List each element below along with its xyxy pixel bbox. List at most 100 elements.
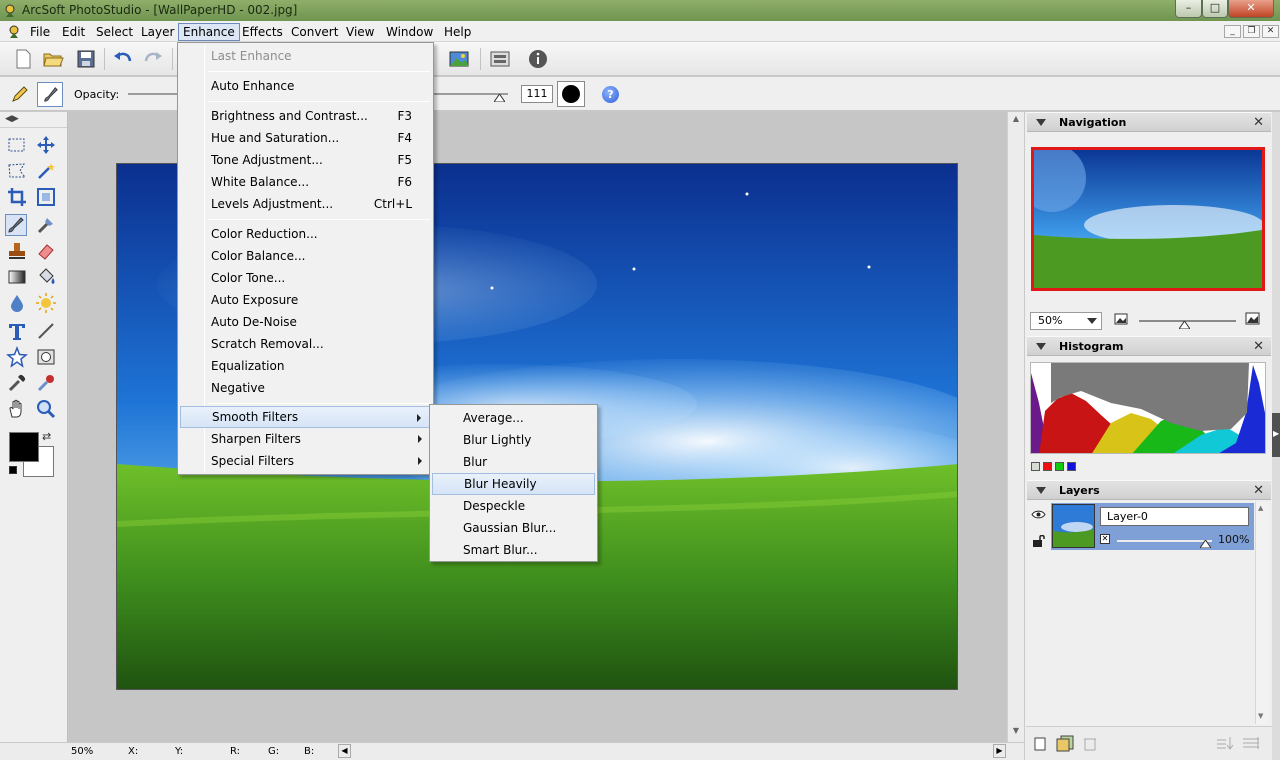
text-icon[interactable] [6, 320, 28, 342]
menu-auto-enhance[interactable]: Auto Enhance [180, 75, 431, 97]
menu-brightness-contrast[interactable]: Brightness and Contrast... F3 [180, 105, 431, 127]
menu-edit[interactable]: Edit [58, 23, 89, 41]
merge-down-icon[interactable] [1216, 736, 1234, 750]
brush-size-field[interactable]: 111 [521, 85, 553, 103]
close-navigation-icon[interactable]: ✕ [1253, 113, 1264, 132]
new-file-icon[interactable] [11, 47, 35, 71]
doc-minimize-button[interactable]: _ [1224, 25, 1241, 38]
layers-scrollbar[interactable]: ▲ ▼ [1255, 502, 1269, 724]
menu-average[interactable]: Average... [432, 407, 595, 429]
zoom-out-icon[interactable] [1114, 313, 1128, 325]
maximize-button[interactable]: □ [1202, 0, 1228, 18]
menu-levels-adjustment[interactable]: Levels Adjustment... Ctrl+L [180, 193, 431, 215]
menu-effects[interactable]: Effects [238, 23, 287, 41]
new-layer-icon[interactable] [1034, 737, 1046, 751]
foreground-color-swatch[interactable] [9, 432, 39, 462]
zoom-in-icon[interactable] [1245, 312, 1260, 325]
channel-rgb-button[interactable] [1031, 462, 1040, 471]
shape-star-icon[interactable] [6, 346, 28, 368]
close-layers-icon[interactable]: ✕ [1253, 481, 1264, 500]
app-icon[interactable] [3, 3, 18, 18]
menu-select[interactable]: Select [92, 23, 137, 41]
photo-icon[interactable] [447, 47, 471, 71]
doc-close-button[interactable]: ✕ [1262, 25, 1279, 38]
move-icon[interactable] [35, 134, 57, 156]
menu-convert[interactable]: Convert [287, 23, 342, 41]
document-icon[interactable] [7, 24, 22, 39]
save-icon[interactable] [74, 47, 98, 71]
zoom-icon[interactable] [35, 398, 57, 420]
menu-color-tone[interactable]: Color Tone... [180, 267, 431, 289]
zoom-select[interactable]: 50% [1030, 312, 1102, 330]
scroll-up-icon[interactable]: ▲ [1010, 114, 1022, 126]
menu-blur-heavily[interactable]: Blur Heavily [432, 473, 595, 495]
close-button[interactable]: ✕ [1228, 0, 1274, 18]
red-eye-icon[interactable] [35, 372, 57, 394]
canvas-vertical-scrollbar[interactable]: ▲ ▼ [1007, 112, 1024, 742]
menu-color-reduction[interactable]: Color Reduction... [180, 223, 431, 245]
menu-auto-denoise[interactable]: Auto De-Noise [180, 311, 431, 333]
delete-layer-icon[interactable] [1083, 736, 1097, 751]
help-icon[interactable]: ? [602, 86, 619, 103]
blur-drop-icon[interactable] [6, 292, 28, 314]
menu-white-balance[interactable]: White Balance... F6 [180, 171, 431, 193]
close-histogram-icon[interactable]: ✕ [1253, 337, 1264, 356]
menu-tone-adjustment[interactable]: Tone Adjustment... F5 [180, 149, 431, 171]
zoom-slider-thumb[interactable] [1179, 321, 1190, 329]
info-icon[interactable] [526, 47, 550, 71]
menu-sharpen-filters[interactable]: Sharpen Filters [180, 428, 431, 450]
brush-shape-swatch[interactable] [557, 81, 585, 107]
layer-thumbnail[interactable] [1052, 504, 1095, 548]
lock-icon[interactable] [1032, 535, 1046, 547]
slider-thumb-icon[interactable] [494, 94, 505, 102]
collapse-icon[interactable] [1036, 119, 1046, 126]
menu-enhance[interactable]: Enhance [178, 23, 240, 41]
menu-file[interactable]: File [26, 23, 54, 41]
eye-icon[interactable] [1031, 510, 1046, 519]
hand-icon[interactable] [6, 398, 28, 420]
menu-auto-exposure[interactable]: Auto Exposure [180, 289, 431, 311]
paint-bucket-icon[interactable] [35, 266, 57, 288]
doc-restore-button[interactable]: ❐ [1243, 25, 1260, 38]
eraser-icon[interactable] [35, 240, 57, 262]
crop-icon[interactable] [6, 186, 28, 208]
menu-blur[interactable]: Blur [432, 451, 595, 473]
clone-stamp-icon[interactable] [6, 240, 28, 262]
magic-wand-icon[interactable] [35, 160, 57, 182]
navigation-panel-header[interactable]: Navigation ✕ [1027, 112, 1271, 132]
menu-scratch-removal[interactable]: Scratch Removal... [180, 333, 431, 355]
layers-panel-header[interactable]: Layers ✕ [1027, 480, 1271, 500]
duplicate-layer-icon[interactable] [1056, 735, 1074, 752]
minimize-button[interactable]: – [1175, 0, 1202, 18]
menu-equalization[interactable]: Equalization [180, 355, 431, 377]
line-icon[interactable] [35, 320, 57, 342]
channel-green-button[interactable] [1055, 462, 1064, 471]
menu-special-filters[interactable]: Special Filters [180, 450, 431, 472]
layer-mask-icon[interactable]: ✕ [1100, 534, 1110, 544]
gradient-icon[interactable] [6, 266, 28, 288]
collapse-icon[interactable] [1036, 343, 1046, 350]
menu-window[interactable]: Window [382, 23, 437, 41]
menu-view[interactable]: View [342, 23, 378, 41]
scroll-left-icon[interactable]: ◀ [338, 744, 351, 758]
swap-colors-icon[interactable]: ⇄ [42, 430, 51, 443]
menu-hue-saturation[interactable]: Hue and Saturation... F4 [180, 127, 431, 149]
shape-rect-icon[interactable] [35, 346, 57, 368]
menu-blur-lightly[interactable]: Blur Lightly [432, 429, 595, 451]
menu-color-balance[interactable]: Color Balance... [180, 245, 431, 267]
panel-collapse-tab[interactable]: ▶ [1272, 413, 1280, 457]
menu-negative[interactable]: Negative [180, 377, 431, 399]
airbrush-icon[interactable] [35, 214, 57, 236]
layer-opacity-slider[interactable] [1117, 540, 1212, 542]
undo-icon[interactable] [111, 47, 135, 71]
navigation-preview[interactable] [1031, 147, 1265, 291]
open-folder-icon[interactable] [41, 47, 65, 71]
menu-help[interactable]: Help [440, 23, 475, 41]
layer-name-field[interactable]: Layer-0 [1100, 507, 1249, 526]
dodge-sun-icon[interactable] [35, 292, 57, 314]
scroll-down-icon[interactable]: ▼ [1258, 712, 1263, 720]
flatten-icon[interactable] [1242, 736, 1260, 750]
transform-icon[interactable] [35, 186, 57, 208]
brush-mode-button[interactable] [37, 82, 63, 107]
filmstrip-icon[interactable] [488, 47, 512, 71]
